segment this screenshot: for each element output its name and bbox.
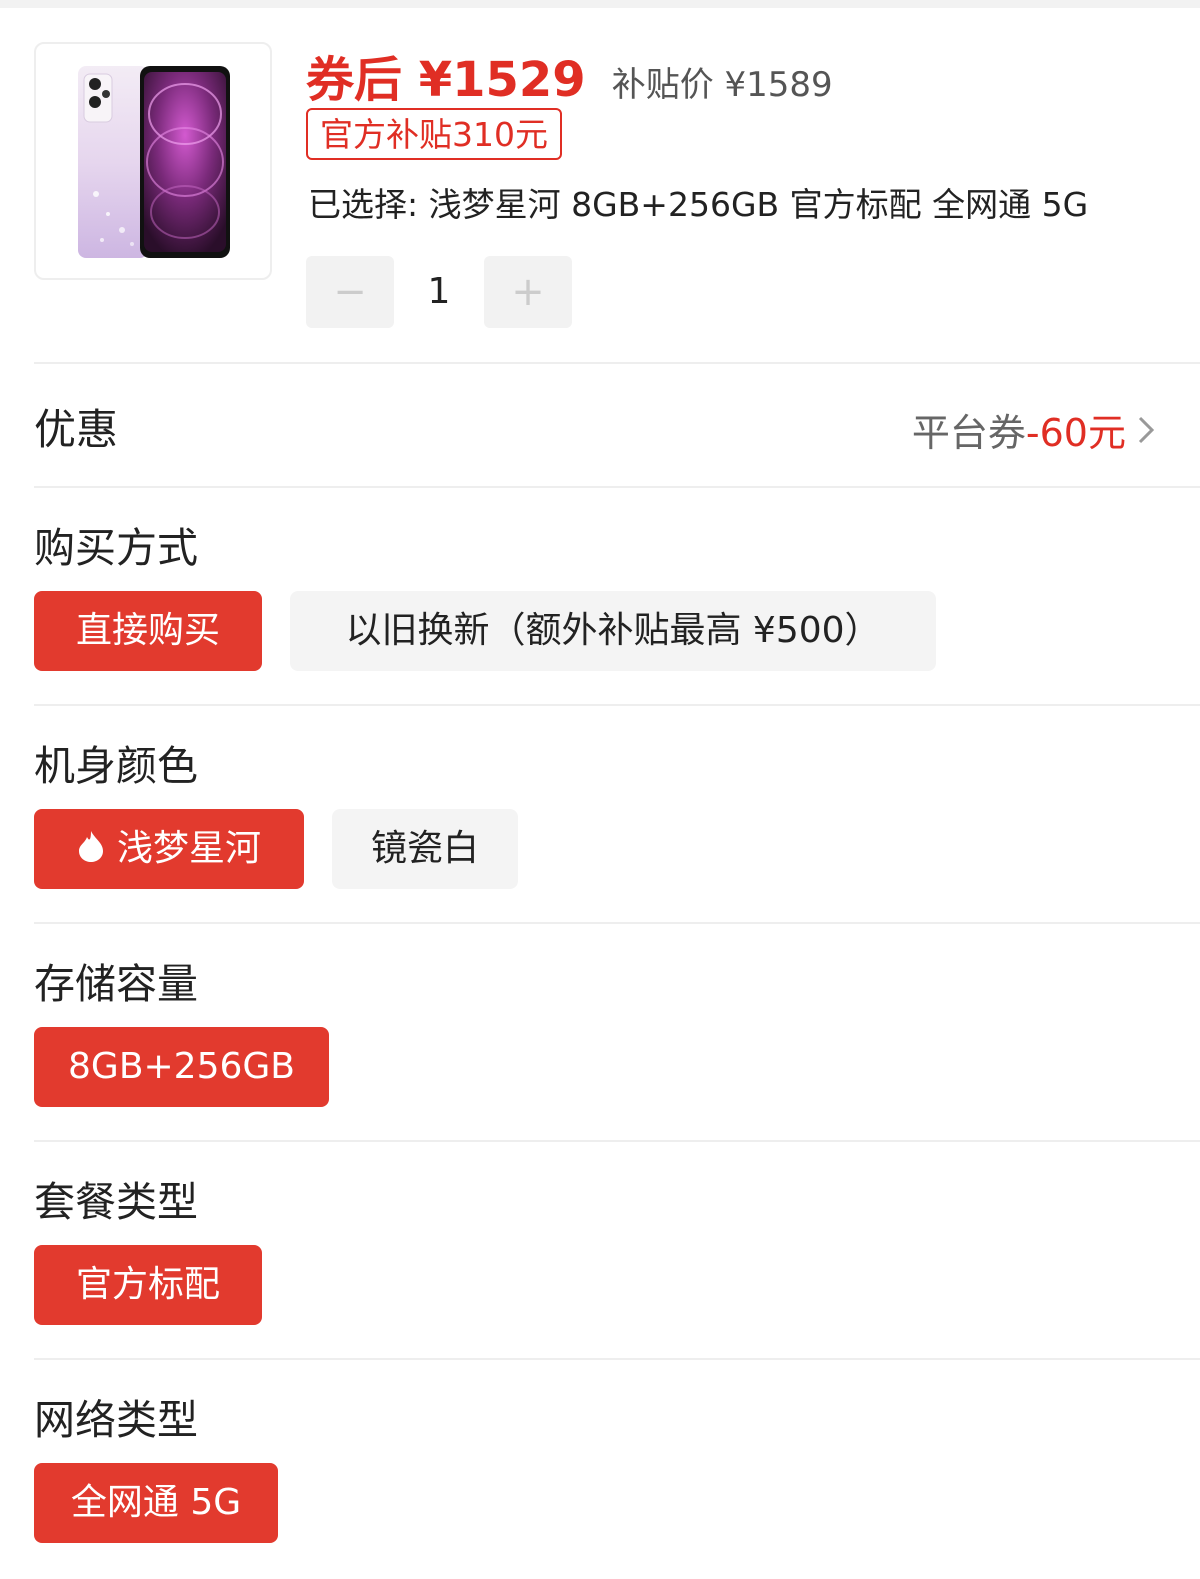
divider [34, 362, 1200, 364]
selected-summary: 已选择: 浅梦星河 8GB+256GB 官方标配 全网通 5G [308, 185, 1089, 224]
option-storage-256[interactable]: 8GB+256GB [34, 1027, 329, 1107]
option-network-5g[interactable]: 全网通 5G [34, 1463, 278, 1543]
chevron-right-icon [1138, 416, 1155, 443]
coupon-value: -60元 [1025, 411, 1126, 455]
minus-icon: − [333, 269, 367, 315]
package-title: 套餐类型 [34, 1178, 198, 1226]
increase-button[interactable]: + [484, 256, 572, 328]
flame-icon [78, 831, 103, 862]
divider [34, 1358, 1200, 1360]
option-label: 浅梦星河 [116, 828, 261, 869]
discount-label: 优惠 [34, 405, 119, 454]
quantity-stepper: − 1 + [306, 256, 576, 328]
divider [34, 1140, 1200, 1142]
subsidy-price: 补贴价 ¥1589 [611, 65, 833, 105]
option-color-white[interactable]: 镜瓷白 [332, 809, 518, 889]
decrease-button[interactable]: − [306, 256, 394, 328]
divider [34, 486, 1200, 488]
coupon-type: 平台券 [911, 411, 1026, 455]
option-color-starry[interactable]: 浅梦星河 [34, 809, 304, 889]
divider [34, 704, 1200, 706]
phone-image [78, 66, 230, 258]
subsidy-badge: 官方补贴310元 [306, 108, 562, 160]
divider [34, 922, 1200, 924]
top-strip [0, 0, 1200, 8]
color-title: 机身颜色 [34, 742, 198, 790]
product-thumbnail[interactable] [34, 42, 272, 280]
coupon-price: 券后 ¥1529 [306, 52, 586, 108]
option-package-standard[interactable]: 官方标配 [34, 1245, 262, 1325]
purchase-method-title: 购买方式 [34, 524, 198, 572]
option-trade-in[interactable]: 以旧换新（额外补贴最高 ¥500） [290, 591, 936, 671]
plus-icon: + [511, 269, 545, 315]
discount-selector[interactable]: 平台券 -60元 [912, 402, 1158, 457]
network-title: 网络类型 [34, 1396, 198, 1444]
option-direct-buy[interactable]: 直接购买 [34, 591, 262, 671]
quantity-value: 1 [427, 271, 451, 312]
price-row: 券后 ¥1529 补贴价 ¥1589 [306, 40, 833, 108]
storage-title: 存储容量 [34, 960, 198, 1008]
